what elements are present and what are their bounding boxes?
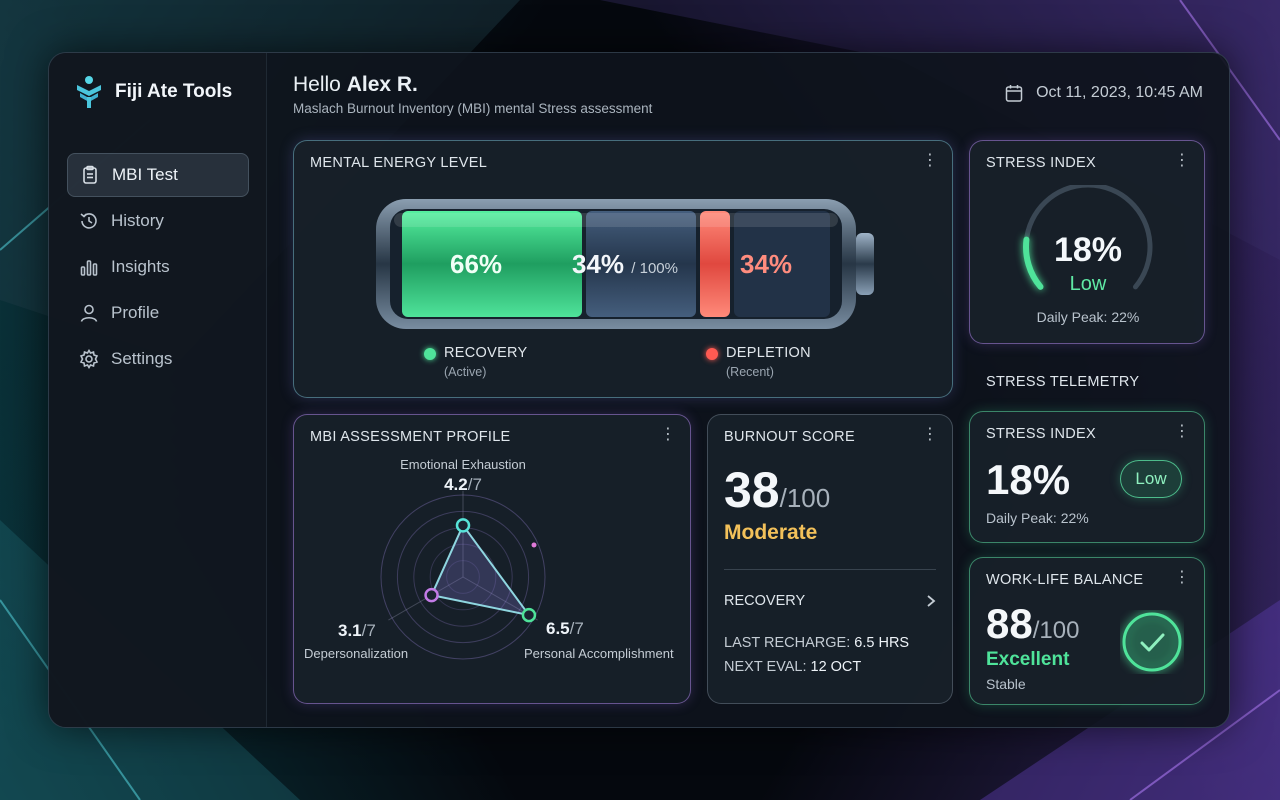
work-life-trend: Stable <box>986 676 1026 692</box>
brand[interactable]: Fiji Ate Tools <box>75 75 232 109</box>
depletion-percent: 34% <box>740 249 793 279</box>
greeting: Hello Alex R. Maslach Burnout Inventory … <box>293 73 652 116</box>
sidebar-nav: MBI Test History Insights Profile Settin… <box>67 153 249 383</box>
legend-recovery-dot <box>424 348 436 360</box>
mental-energy-card: MENTAL ENERGY LEVEL ⋮ 66% 34% / 100% 34%… <box>293 140 953 398</box>
stress-small-value: 18% <box>986 456 1071 503</box>
datetime-text: Oct 11, 2023, 10:45 AM <box>1036 84 1203 101</box>
next-eval: NEXT EVAL: 12 OCT <box>724 659 862 675</box>
card-title: MENTAL ENERGY LEVEL <box>310 155 488 171</box>
history-icon <box>80 213 97 229</box>
brand-name: Fiji Ate Tools <box>115 81 233 102</box>
axis-label-depersonalization: Depersonalization <box>304 646 409 661</box>
burnout-status: Moderate <box>724 521 818 544</box>
sidebar: Fiji Ate Tools MBI Test History Insights… <box>49 53 267 727</box>
sidebar-item-mbi-test[interactable]: MBI Test <box>67 153 249 197</box>
axis-label-personal-accomplishment: Personal Accomplishment <box>524 646 674 661</box>
more-options-icon[interactable]: ⋮ <box>1174 153 1190 169</box>
card-title: WORK-LIFE BALANCE <box>986 572 1144 588</box>
gear-icon <box>79 349 99 369</box>
user-name: Alex R. <box>346 73 418 96</box>
sidebar-item-label: History <box>111 211 164 230</box>
user-icon <box>80 304 98 322</box>
recovery-percent: 66% <box>450 249 503 279</box>
recovery-row[interactable]: RECOVERY <box>724 593 936 609</box>
radar-area <box>430 523 532 617</box>
burnout-score: 38/100 <box>724 462 831 518</box>
work-life-status: Excellent <box>986 649 1070 670</box>
sidebar-item-label: MBI Test <box>112 165 178 184</box>
last-recharge: LAST RECHARGE: 6.5 HRS <box>724 635 910 651</box>
datetime[interactable]: Oct 11, 2023, 10:45 AM <box>1004 83 1203 103</box>
more-options-icon[interactable]: ⋮ <box>1174 424 1190 440</box>
card-title: BURNOUT SCORE <box>724 429 855 445</box>
calendar-icon <box>1005 85 1023 102</box>
sidebar-item-label: Insights <box>111 257 170 276</box>
stress-low-badge: Low <box>1120 460 1182 498</box>
sidebar-item-label: Settings <box>111 349 173 368</box>
card-title: STRESS INDEX <box>986 426 1096 442</box>
work-life-card: WORK-LIFE BALANCE ⋮ 88/100 Excellent Sta… <box>969 557 1205 705</box>
more-options-icon[interactable]: ⋮ <box>1174 570 1190 586</box>
card-title: STRESS INDEX <box>986 155 1096 171</box>
radar-point <box>455 518 471 533</box>
stress-peak: Daily Peak: 22% <box>1036 309 1140 325</box>
axis-score-personal-accomplishment: 6.5/7 <box>546 619 584 638</box>
page-title: Hello Alex R. <box>293 73 418 96</box>
checkmark-icon <box>1122 612 1182 672</box>
radar-point <box>424 587 439 603</box>
stress-telemetry-label: STRESS TELEMETRY <box>986 374 1140 390</box>
burnout-score-card: BURNOUT SCORE ⋮ 38/100 Moderate RECOVERY… <box>707 414 953 704</box>
legend-depletion: DEPLETION (Recent) <box>706 345 811 379</box>
stress-value: 18% <box>1053 231 1123 269</box>
sidebar-item-profile[interactable]: Profile <box>67 291 249 335</box>
stress-index-card: STRESS INDEX ⋮ 18% Low Daily Peak: 22% <box>969 140 1205 344</box>
brand-logo-icon <box>77 76 101 108</box>
legend-depletion-dot <box>706 348 718 360</box>
app-window: Fiji Ate Tools MBI Test History Insights… <box>48 52 1230 728</box>
axis-score-emotional-exhaustion: 4.2/7 <box>444 475 482 494</box>
divider <box>724 569 936 570</box>
stress-small-peak: Daily Peak: 22% <box>986 510 1089 526</box>
sidebar-item-insights[interactable]: Insights <box>67 245 249 289</box>
page-subtitle: Maslach Burnout Inventory (MBI) mental S… <box>293 101 653 116</box>
more-options-icon[interactable]: ⋮ <box>922 153 938 169</box>
sidebar-item-settings[interactable]: Settings <box>67 337 249 381</box>
bar-chart-icon <box>80 260 98 276</box>
stress-status: Low <box>1069 273 1107 295</box>
radar-point <box>521 607 537 623</box>
radar-accent-dot <box>531 542 537 548</box>
axis-score-depersonalization: 3.1/7 <box>338 621 376 640</box>
axis-label-emotional-exhaustion: Emotional Exhaustion <box>400 457 526 472</box>
middle-percent: 34% / 100% <box>572 249 678 279</box>
clipboard-icon <box>83 165 97 184</box>
chevron-right-icon <box>927 595 936 607</box>
stress-index-small-card: STRESS INDEX ⋮ 18% Low Daily Peak: 22% <box>969 411 1205 543</box>
sidebar-item-label: Profile <box>111 303 160 322</box>
legend-recovery: RECOVERY (Active) <box>424 345 528 379</box>
work-life-score: 88/100 <box>986 600 1080 647</box>
sidebar-item-history[interactable]: History <box>67 199 249 243</box>
mbi-profile-card: MBI ASSESSMENT PROFILE ⋮ Emotional Exhau… <box>293 414 691 704</box>
more-options-icon[interactable]: ⋮ <box>922 427 938 443</box>
